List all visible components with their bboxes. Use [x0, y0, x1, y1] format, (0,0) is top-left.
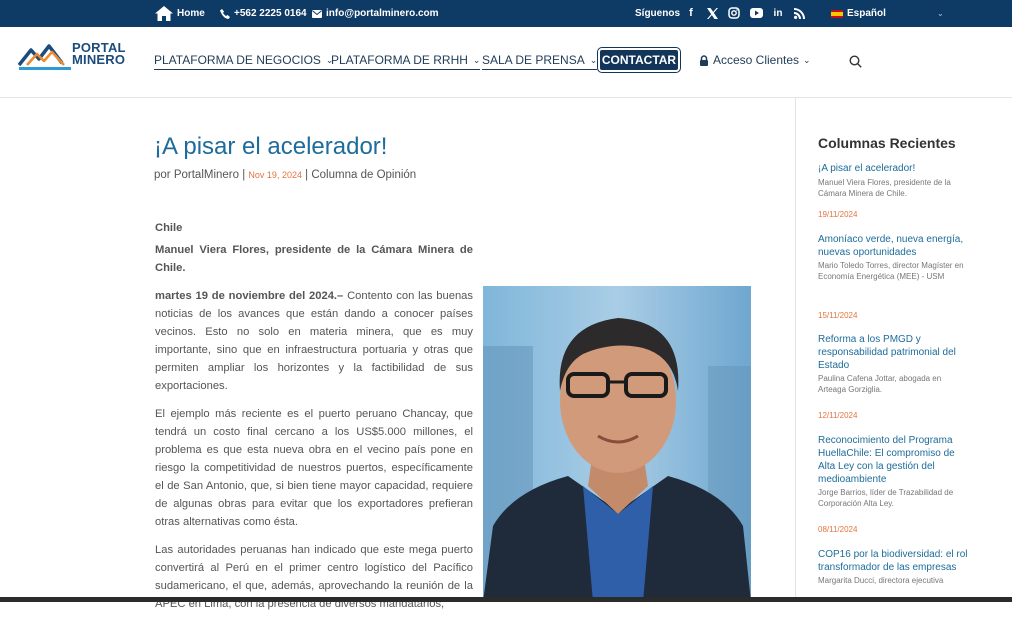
- sidebar-entry-title[interactable]: COP16 por la biodiversidad: el rol trans…: [818, 548, 968, 574]
- article-title: ¡A pisar el acelerador!: [154, 133, 388, 160]
- phone-number: +562 2225 0164: [234, 8, 307, 19]
- mountain-logo-icon: [18, 44, 71, 70]
- language-label: Español: [847, 8, 886, 19]
- sidebar-entry: Amoníaco verde, nueva energía, nuevas op…: [818, 233, 968, 282]
- contact-button[interactable]: CONTACTAR: [597, 47, 681, 73]
- sidebar-entry-title[interactable]: ¡A pisar el acelerador!: [818, 163, 915, 174]
- nav-sala-de-prensa[interactable]: SALA DE PRENSA ⌄: [482, 53, 598, 70]
- sidebar-entry-desc: Manuel Viera Flores, presidente de la Cá…: [818, 178, 951, 198]
- author-link[interactable]: PortalMinero: [174, 169, 239, 181]
- facebook-icon[interactable]: f: [684, 6, 698, 20]
- nav-label: PLATAFORMA DE NEGOCIOS: [154, 53, 321, 67]
- article-body: Chile Manuel Viera Flores, presidente de…: [155, 219, 473, 623]
- sidebar-entry-date: 19/11/2024: [818, 210, 858, 219]
- instagram-icon[interactable]: [727, 6, 741, 20]
- spain-flag-icon: [831, 9, 843, 18]
- author-portrait-photo: [483, 286, 751, 602]
- sidebar-entry-desc: Mario Toledo Torres, director Magíster e…: [818, 261, 964, 281]
- category-link[interactable]: Columna de Opinión: [311, 169, 416, 181]
- sidebar-entry: COP16 por la biodiversidad: el rol trans…: [818, 548, 968, 586]
- sidebar-entry-title[interactable]: Amoníaco verde, nueva energía, nuevas op…: [818, 233, 968, 259]
- sidebar-entry-title[interactable]: Reconocimiento del Programa HuellaChile:…: [818, 434, 968, 486]
- article-location: Chile: [155, 222, 183, 234]
- search-icon[interactable]: [849, 55, 862, 73]
- top-bar: Home +562 2225 0164 info@portalminero.co…: [0, 0, 1012, 27]
- email-link[interactable]: info@portalminero.com: [312, 0, 439, 27]
- nav-label: PLATAFORMA DE RRHH: [331, 53, 468, 67]
- paragraph-3: Las autoridades peruanas han indicado qu…: [155, 544, 473, 610]
- client-access-label: Acceso Clientes: [713, 53, 800, 67]
- chevron-down-icon: ⌄: [937, 9, 944, 18]
- youtube-icon[interactable]: [749, 6, 763, 20]
- x-icon[interactable]: [705, 6, 719, 20]
- sidebar-entry-date: 08/11/2024: [818, 525, 858, 534]
- article-meta: por PortalMinero | Nov 19, 2024 | Column…: [154, 169, 417, 181]
- by-label: por: [154, 169, 171, 181]
- chevron-down-icon: ⌄: [803, 54, 811, 65]
- home-label: Home: [177, 8, 205, 19]
- paragraph-1: martes 19 de noviembre del 2024.– Conten…: [155, 287, 473, 395]
- paragraph-2: El ejemplo más reciente es el puerto per…: [155, 408, 473, 528]
- article-byline: Manuel Viera Flores, presidente de la Cá…: [155, 244, 473, 274]
- email-address: info@portalminero.com: [326, 8, 439, 19]
- sidebar-entry-date: 15/11/2024: [818, 311, 858, 320]
- home-link[interactable]: Home: [155, 0, 205, 27]
- phone-icon: [220, 8, 230, 19]
- sidebar-entry-desc: Margarita Ducci, directora ejecutiva: [818, 576, 944, 585]
- lock-icon: [700, 54, 708, 66]
- sidebar-entry: ¡A pisar el acelerador! Manuel Viera Flo…: [818, 158, 968, 199]
- follow-label: Síguenos: [635, 8, 681, 19]
- bottom-bar: [0, 597, 1012, 602]
- sidebar-title: Columnas Recientes: [818, 135, 956, 151]
- mail-icon: [312, 9, 322, 18]
- sidebar-entry: Reconocimiento del Programa HuellaChile:…: [818, 434, 968, 509]
- rss-icon[interactable]: [792, 6, 806, 20]
- home-icon: [155, 6, 173, 21]
- nav-plataforma-negocios[interactable]: PLATAFORMA DE NEGOCIOS ⌄: [154, 53, 334, 70]
- client-access-menu[interactable]: Acceso Clientes ⌄: [699, 53, 811, 67]
- language-selector[interactable]: Español ⌄: [831, 0, 944, 27]
- chevron-down-icon: ⌄: [472, 54, 481, 65]
- sidebar-entry-desc: Paulina Cafena Jottar, abogada en Arteag…: [818, 374, 942, 394]
- logo-text: PORTAL MINERO: [72, 41, 126, 67]
- sidebar-entry-title[interactable]: Reforma a los PMGD y responsabilidad pat…: [818, 333, 968, 372]
- sidebar-entry: Reforma a los PMGD y responsabilidad pat…: [818, 333, 968, 395]
- paragraph-1-text: Contento con las buenas noticias de los …: [155, 290, 473, 392]
- logo-line-2: MINERO: [72, 52, 126, 67]
- nav-label: SALA DE PRENSA: [482, 53, 585, 67]
- chevron-down-icon: ⌄: [589, 54, 598, 65]
- nav-plataforma-rrhh[interactable]: PLATAFORMA DE RRHH ⌄: [331, 53, 481, 70]
- phone-link[interactable]: +562 2225 0164: [220, 0, 307, 27]
- sidebar-entry-date: 12/11/2024: [818, 411, 858, 420]
- main-header: PORTAL MINERO PLATAFORMA DE NEGOCIOS ⌄ P…: [0, 27, 1012, 98]
- article-date: Nov 19, 2024: [248, 170, 302, 180]
- sidebar-divider: [795, 98, 796, 602]
- linkedin-icon[interactable]: in: [771, 6, 785, 20]
- sidebar-entry-desc: Jorge Barrios, líder de Trazabilidad de …: [818, 488, 954, 508]
- portal-minero-logo[interactable]: PORTAL MINERO: [18, 41, 128, 73]
- lead-date: martes 19 de noviembre del 2024.–: [155, 290, 344, 302]
